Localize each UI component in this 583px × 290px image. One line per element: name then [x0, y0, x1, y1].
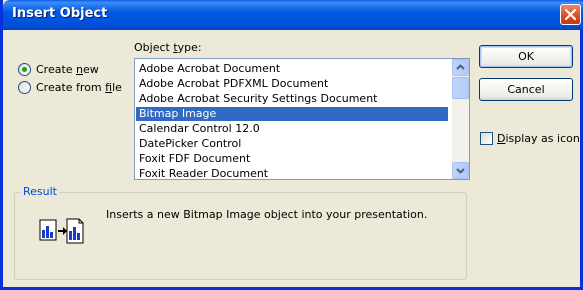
- result-description: Inserts a new Bitmap Image object into y…: [106, 208, 428, 221]
- close-button[interactable]: [560, 4, 581, 25]
- ok-button[interactable]: OK: [479, 45, 573, 68]
- list-item[interactable]: Adobe Acrobat PDFXML Document: [136, 77, 448, 91]
- vertical-scrollbar[interactable]: [452, 59, 469, 179]
- list-item[interactable]: Foxit Reader Document: [136, 167, 448, 179]
- list-item[interactable]: Adobe Acrobat Document: [136, 62, 448, 76]
- scroll-down-arrow-icon: [456, 168, 465, 174]
- list-item-selected[interactable]: Bitmap Image: [136, 107, 448, 121]
- result-legend: Result: [21, 185, 59, 198]
- list-item[interactable]: Foxit FDF Document: [136, 152, 448, 166]
- object-type-label: Object type:: [134, 41, 202, 54]
- create-from-file-label[interactable]: Create from file: [36, 81, 122, 94]
- radio-selected-dot: [22, 67, 27, 72]
- scroll-thumb[interactable]: [452, 77, 469, 99]
- title-bar[interactable]: Insert Object: [3, 0, 583, 30]
- display-as-icon-label[interactable]: Display as icon: [497, 132, 580, 145]
- scroll-up-arrow-icon: [456, 64, 465, 70]
- insert-object-dialog: Insert Object Create new Create from fil…: [0, 0, 583, 290]
- window-title: Insert Object: [12, 6, 108, 21]
- list-item[interactable]: Calendar Control 12.0: [136, 122, 448, 136]
- create-new-label[interactable]: Create new: [36, 63, 99, 76]
- list-item[interactable]: Adobe Acrobat Security Settings Document: [136, 92, 448, 106]
- result-object-icon: [39, 218, 84, 244]
- display-as-icon-checkbox[interactable]: [480, 132, 493, 145]
- close-icon: [564, 8, 577, 21]
- cancel-button[interactable]: Cancel: [479, 78, 573, 101]
- object-type-listbox[interactable]: Adobe Acrobat Document Adobe Acrobat PDF…: [134, 58, 470, 180]
- scroll-up-button[interactable]: [452, 59, 469, 76]
- create-new-radio[interactable]: [18, 63, 31, 76]
- list-item[interactable]: DatePicker Control: [136, 137, 448, 151]
- scroll-down-button[interactable]: [452, 162, 469, 179]
- create-from-file-radio[interactable]: [18, 81, 31, 94]
